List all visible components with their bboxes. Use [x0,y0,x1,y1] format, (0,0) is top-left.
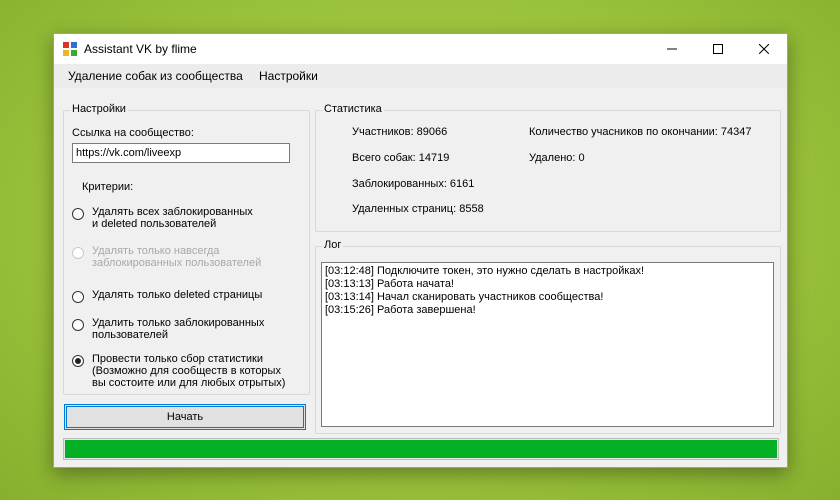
menu-bar: Удаление собак из сообщества Настройки [54,64,787,88]
log-line: [03:13:13] Работа начата! [325,278,454,290]
statistics-group: Статистика Участников: 89066 Всего собак… [315,103,781,232]
close-icon [759,44,769,54]
menu-item-settings[interactable]: Настройки [259,69,318,83]
maximize-icon [713,44,723,54]
log-line: [03:13:14] Начал сканировать участников … [325,291,604,303]
app-window: Assistant VK by flime Удаление собак из … [53,33,788,468]
progress-fill [65,440,777,458]
maximize-button[interactable] [695,34,741,64]
statistics-group-title: Статистика [322,103,384,115]
stat-members: Участников: 89066 [352,126,448,138]
radio-button[interactable] [72,208,84,220]
stat-members-after: Количество учасников по окончании: 74347 [529,126,752,138]
close-button[interactable] [741,34,787,64]
radio-button[interactable] [72,319,84,331]
community-link-label: Ссылка на сообщество: [72,127,194,139]
stat-blocked: Заблокированных: 6161 [352,178,475,190]
option-label: Провести только сбор статистики (Возможн… [92,353,286,389]
community-link-input[interactable] [72,143,290,163]
stat-removed: Удалено: 0 [529,152,585,164]
stat-total-dogs: Всего собак: 14719 [352,152,450,164]
option-label: Удалять только deleted страницы [92,289,263,301]
option-label: Удалять только навсегда заблокированных … [92,245,262,269]
start-button[interactable]: Начать [64,404,306,430]
log-line: [03:12:48] Подключите токен, это нужно с… [325,265,645,277]
minimize-icon [667,48,677,50]
menu-item-remove-dogs[interactable]: Удаление собак из сообщества [68,69,243,83]
log-textbox[interactable]: [03:12:48] Подключите токен, это нужно с… [321,262,774,427]
settings-group-title: Настройки [70,103,128,115]
radio-button[interactable] [72,247,84,259]
settings-group: Настройки Ссылка на сообщество: Критерии… [63,103,310,395]
radio-button[interactable] [72,291,84,303]
title-bar[interactable]: Assistant VK by flime [54,34,787,64]
option-label: Удалять всех заблокированных и deleted п… [92,206,253,230]
progress-bar [63,438,779,460]
radio-button-checked[interactable] [72,355,84,367]
window-title: Assistant VK by flime [84,42,197,56]
minimize-button[interactable] [649,34,695,64]
log-line: [03:15:26] Работа завершена! [325,304,476,316]
option-label: Удалить только заблокированных пользоват… [92,317,265,341]
log-group: Лог [03:12:48] Подключите токен, это нуж… [315,239,781,434]
criteria-label: Критерии: [82,181,134,193]
log-group-title: Лог [322,239,344,251]
app-icon [63,42,77,56]
stat-deleted-pages: Удаленных страниц: 8558 [352,203,484,215]
